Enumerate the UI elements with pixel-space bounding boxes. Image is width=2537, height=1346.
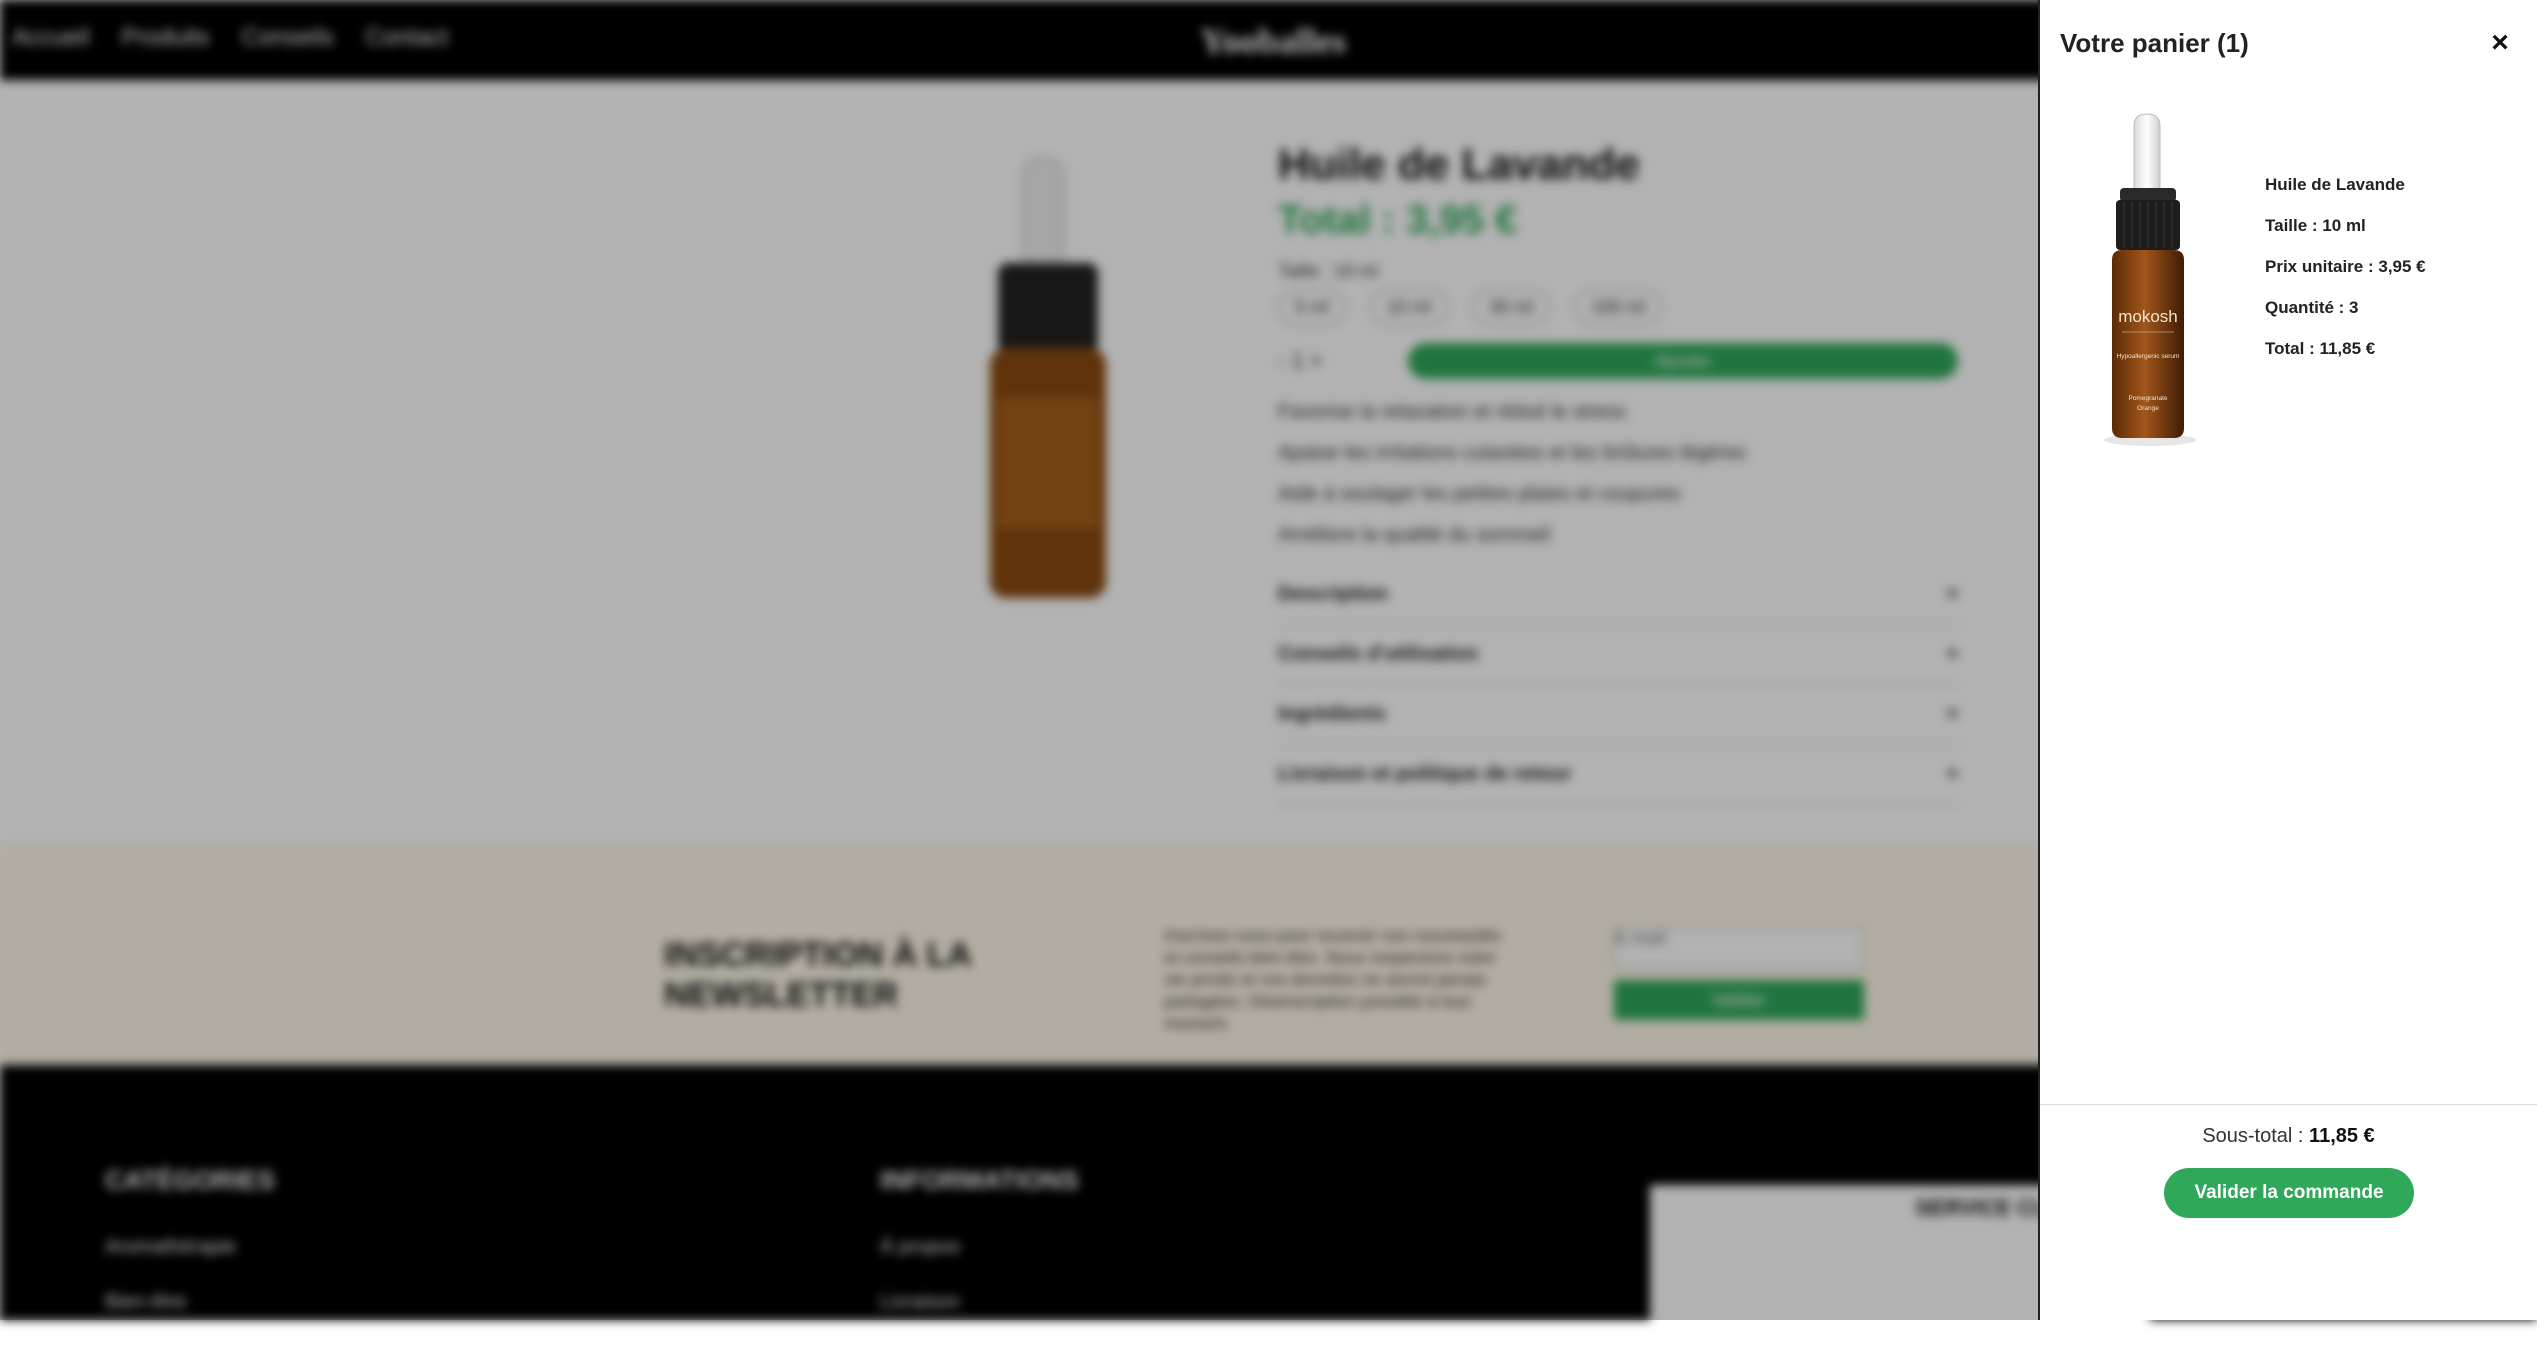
bottle-label-text: Hypoallergenic serum (2117, 353, 2180, 360)
checkout-button[interactable]: Valider la commande (2164, 1168, 2414, 1218)
cart-header: Votre panier (1) × (2060, 26, 2517, 60)
cart-item-image: mokosh Hypoallergenic serum Pomegranate … (2104, 113, 2196, 446)
subtotal-label: Sous-total : (2202, 1125, 2304, 1147)
cart-item-name: Huile de Lavande (2265, 175, 2405, 194)
cart-subtotal: Sous-total : 11,85 € (2040, 1125, 2537, 1148)
cart-footer: Sous-total : 11,85 € Valider la commande (2040, 1104, 2537, 1320)
subtotal-value: 11,85 € (2309, 1125, 2375, 1147)
cart-item-size: Taille : 10 ml (2265, 216, 2366, 235)
close-icon[interactable]: × (2483, 26, 2517, 60)
cart-drawer: Votre panier (1) × mokosh Hypoallergenic… (2038, 0, 2537, 1320)
bottle-label-text: Pomegranate (2128, 395, 2167, 402)
cart-item-total: Total : 11,85 € (2265, 339, 2376, 358)
cart-item: mokosh Hypoallergenic serum Pomegranate … (2040, 100, 2535, 460)
cart-item-unit-price: Prix unitaire : 3,95 € (2265, 257, 2426, 276)
cart-item-details: Huile de Lavande Taille : 10 ml Prix uni… (2265, 175, 2426, 380)
bottle-brand-text: mokosh (2118, 307, 2178, 326)
modal-backdrop[interactable] (0, 0, 2040, 1320)
cart-title: Votre panier (1) (2060, 28, 2249, 58)
bottle-label-text: Orange (2137, 405, 2159, 412)
cart-item-quantity: Quantité : 3 (2265, 298, 2359, 317)
